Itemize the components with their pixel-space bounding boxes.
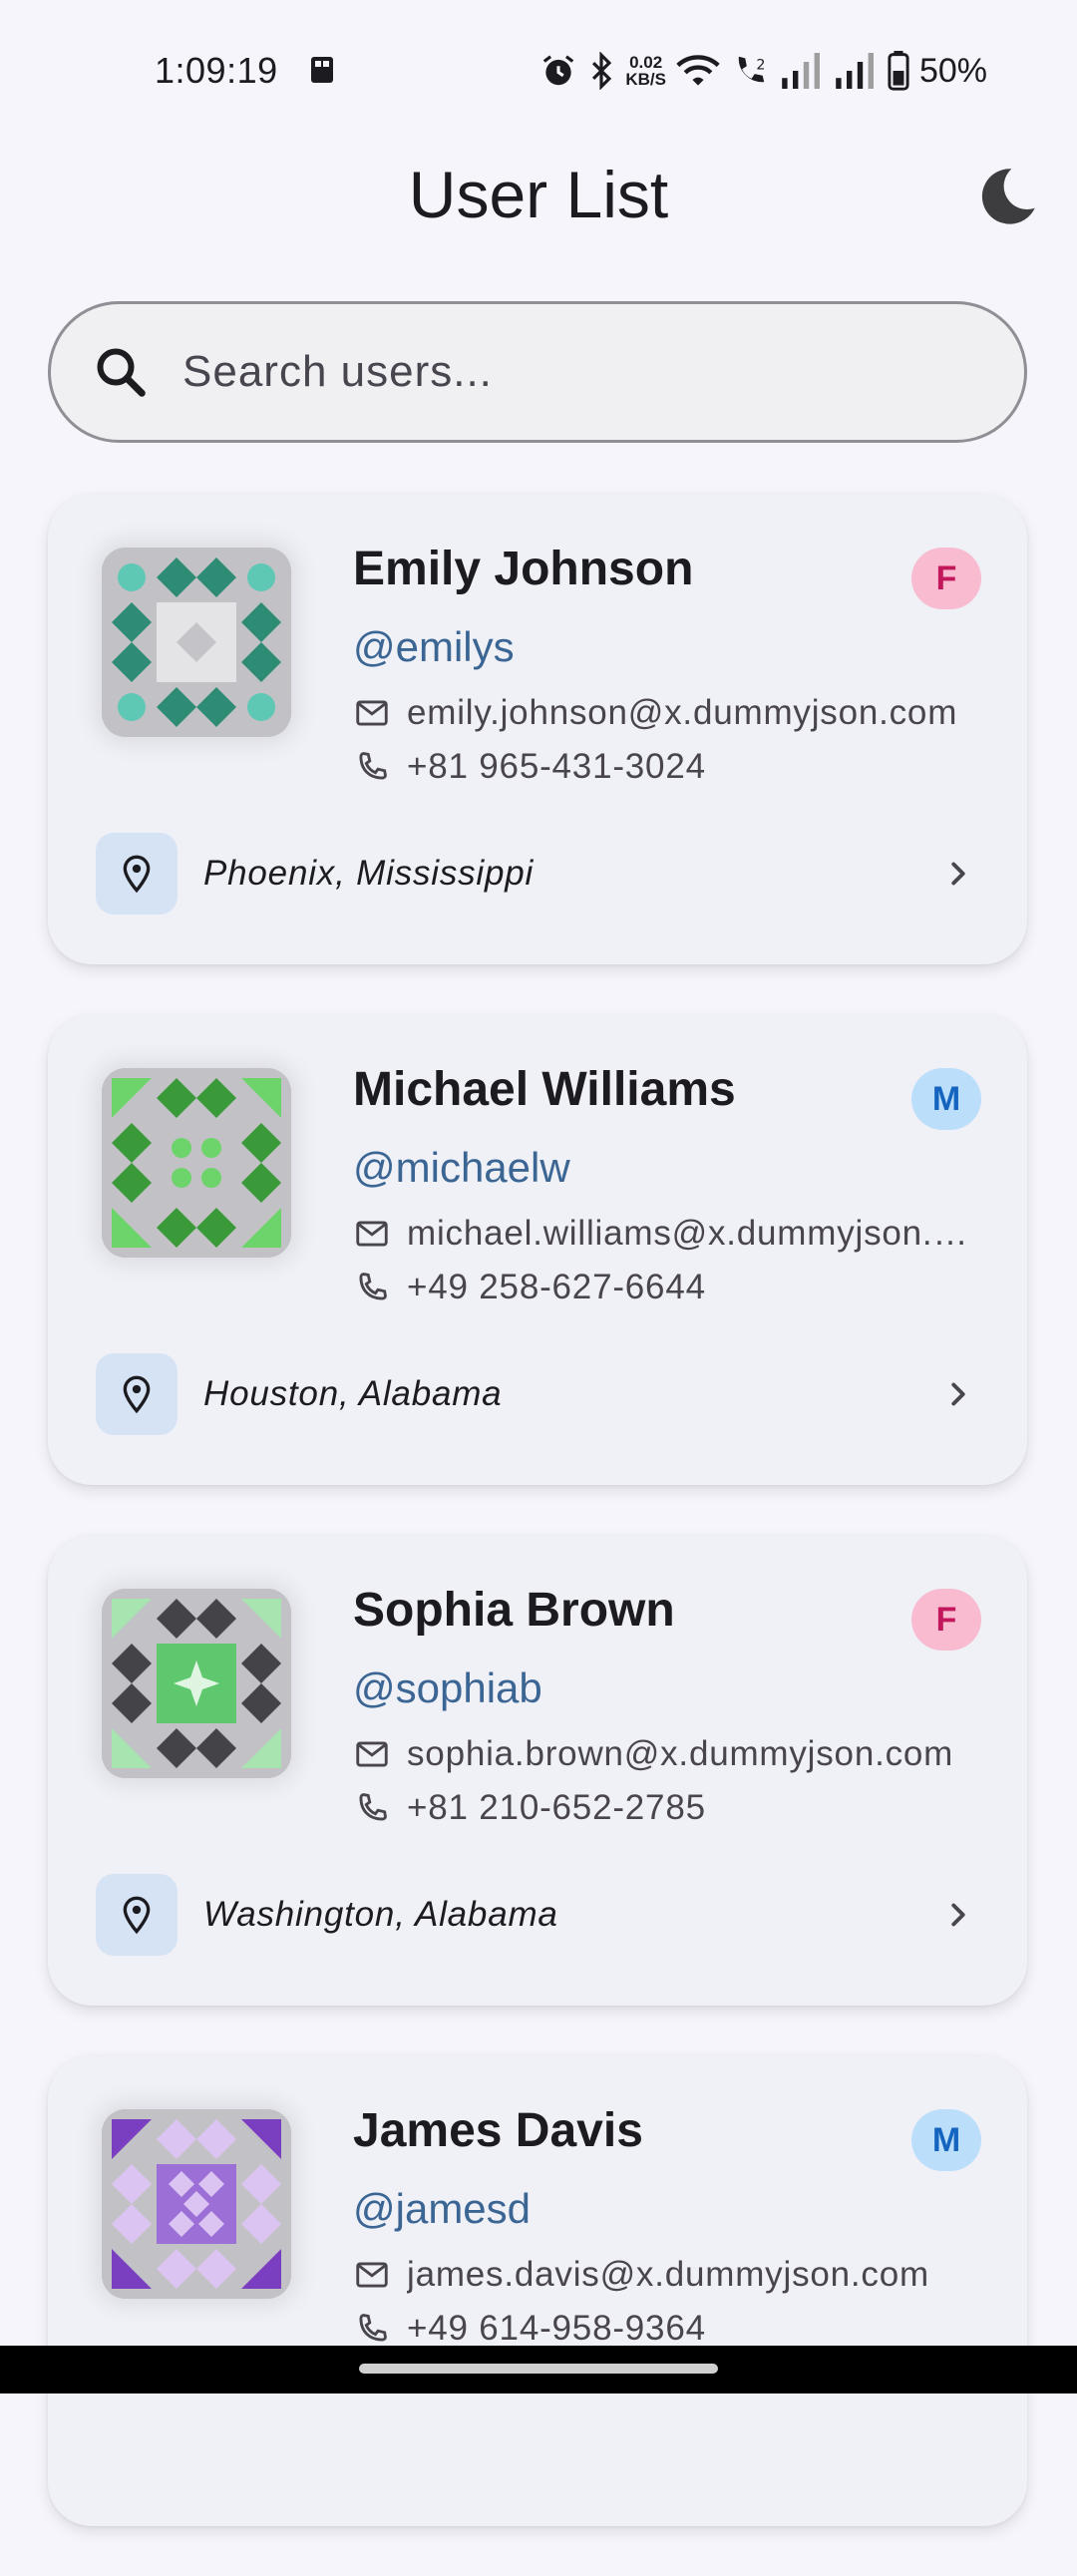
- mail-icon: [356, 1221, 388, 1247]
- battery-icon: [888, 51, 909, 91]
- location-row[interactable]: Phoenix, Mississippi: [96, 833, 987, 915]
- bluetooth-icon: [592, 52, 612, 90]
- avatar: [102, 2109, 291, 2299]
- phone-icon: [359, 752, 387, 780]
- email-row: james.davis@x.dummyjson.com: [353, 2255, 981, 2295]
- identicon-image: [102, 2109, 291, 2299]
- mail-icon: [356, 700, 388, 726]
- gender-badge: M: [911, 1068, 981, 1130]
- email-row: emily.johnson@x.dummyjson.com: [353, 693, 981, 733]
- avatar: [102, 548, 291, 737]
- user-card[interactable]: Michael Williams M @michaelw michael.wil…: [48, 1014, 1027, 1485]
- page-title: User List: [408, 158, 669, 231]
- phone-text: +81 210-652-2785: [407, 1788, 706, 1827]
- phone-row: +81 210-652-2785: [353, 1788, 981, 1828]
- email-text: sophia.brown@x.dummyjson.com: [407, 1734, 954, 1773]
- app-bar: User List: [0, 140, 1077, 249]
- location-pin-icon: [96, 1874, 178, 1956]
- user-name: James Davis: [353, 2104, 643, 2157]
- wifi-icon: [676, 55, 720, 86]
- user-name: Michael Williams: [353, 1063, 736, 1116]
- chevron-right-icon[interactable]: [939, 1896, 977, 1934]
- search-icon: [97, 348, 146, 397]
- user-handle: @jamesd: [353, 2185, 532, 2232]
- status-icons: 0.02 KB/S 2 50%: [539, 48, 987, 94]
- search-input[interactable]: [180, 346, 942, 398]
- phone-text: +49 614-958-9364: [407, 2309, 706, 2348]
- signal-sim1-icon: [782, 53, 820, 89]
- gender-badge: F: [911, 1589, 981, 1651]
- search-bar[interactable]: [48, 301, 1027, 443]
- user-card[interactable]: Emily Johnson F @emilys emily.johnson@x.…: [48, 494, 1027, 964]
- identicon-image: [102, 548, 291, 737]
- location-text: Washington, Alabama: [203, 1895, 558, 1934]
- svg-text:2: 2: [756, 57, 765, 73]
- home-gesture-handle[interactable]: [359, 2364, 718, 2374]
- avatar: [102, 1589, 291, 1778]
- email-text: emily.johnson@x.dummyjson.com: [407, 693, 958, 732]
- phone-row: +49 614-958-9364: [353, 2309, 981, 2349]
- user-card[interactable]: James Davis M @jamesd james.davis@x.dumm…: [48, 2055, 1027, 2526]
- status-bar: 1:09:19 0.02 KB/S 2 50%: [0, 0, 1077, 140]
- phone-row: +49 258-627-6644: [353, 1268, 981, 1307]
- user-handle: @emilys: [353, 623, 515, 670]
- gender-badge: M: [911, 2109, 981, 2171]
- chevron-right-icon[interactable]: [939, 855, 977, 893]
- location-row[interactable]: Houston, Alabama: [96, 1353, 987, 1435]
- email-text: michael.williams@x.dummyjson.com: [407, 1214, 981, 1253]
- phone-row: +81 965-431-3024: [353, 747, 981, 787]
- notification-device-icon: [311, 57, 333, 83]
- phone-icon: [359, 2314, 387, 2342]
- location-row[interactable]: Washington, Alabama: [96, 1874, 987, 1956]
- user-handle: @michaelw: [353, 1144, 570, 1191]
- identicon-image: [102, 1589, 291, 1778]
- user-handle: @sophiab: [353, 1664, 542, 1711]
- location-text: Phoenix, Mississippi: [203, 854, 535, 893]
- phone-text: +81 965-431-3024: [407, 747, 706, 786]
- location-pin-icon: [96, 1353, 178, 1435]
- network-speed: 0.02 KB/S: [625, 53, 666, 89]
- system-navigation-bar: [0, 2346, 1077, 2393]
- avatar: [102, 1068, 291, 1258]
- user-card[interactable]: Sophia Brown F @sophiab sophia.brown@x.d…: [48, 1535, 1027, 2006]
- chevron-right-icon[interactable]: [939, 1375, 977, 1413]
- mail-icon: [356, 1741, 388, 1767]
- volte-call-icon: 2: [738, 56, 765, 83]
- status-time: 1:09:19: [155, 50, 278, 91]
- user-name: Sophia Brown: [353, 1584, 675, 1637]
- battery-percent: 50%: [918, 51, 987, 90]
- gender-badge: F: [911, 548, 981, 609]
- phone-icon: [359, 1273, 387, 1300]
- identicon-image: [102, 1068, 291, 1258]
- location-text: Houston, Alabama: [203, 1374, 503, 1413]
- phone-icon: [359, 1793, 387, 1821]
- email-text: james.davis@x.dummyjson.com: [407, 2255, 929, 2294]
- alarm-icon: [543, 55, 574, 86]
- email-row: sophia.brown@x.dummyjson.com: [353, 1734, 981, 1774]
- email-row: michael.williams@x.dummyjson.com: [353, 1214, 981, 1254]
- user-list: Emily Johnson F @emilys emily.johnson@x.…: [48, 494, 1027, 2576]
- phone-text: +49 258-627-6644: [407, 1268, 706, 1306]
- moon-icon[interactable]: [972, 162, 1042, 231]
- mail-icon: [356, 2262, 388, 2288]
- signal-sim2-icon: [836, 53, 874, 89]
- user-name: Emily Johnson: [353, 543, 694, 595]
- location-pin-icon: [96, 833, 178, 915]
